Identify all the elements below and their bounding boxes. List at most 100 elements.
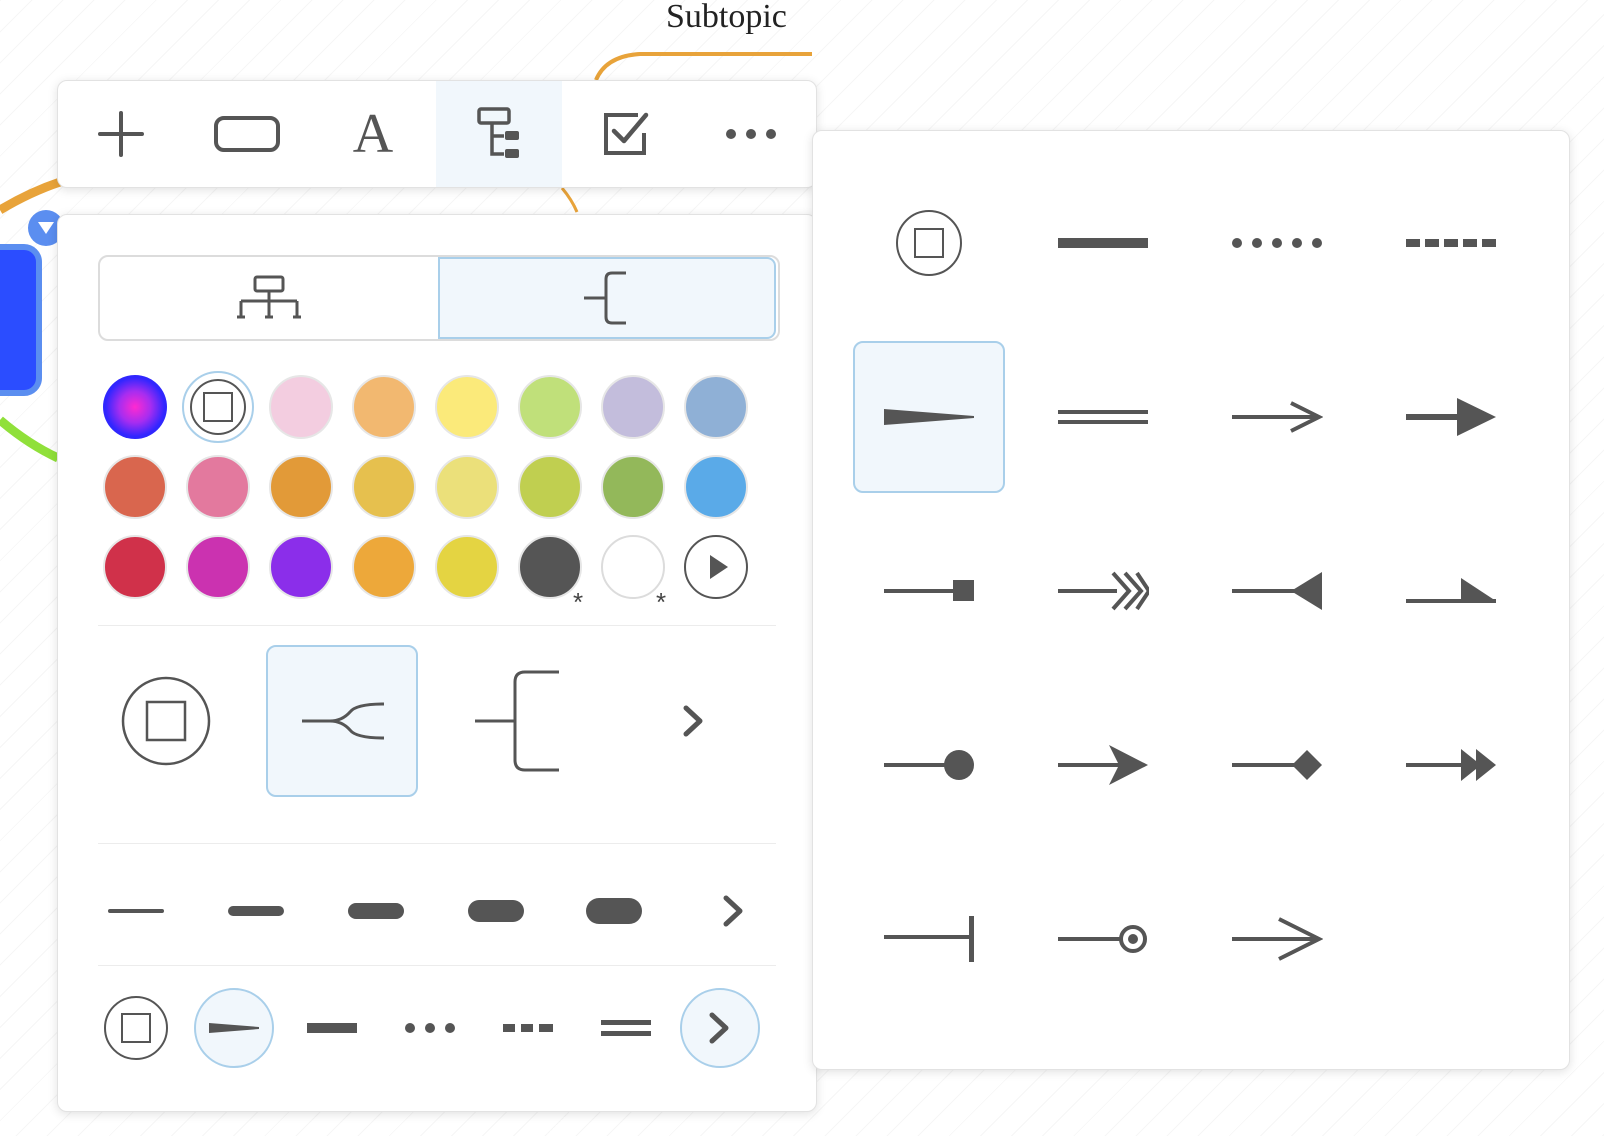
end-option-feather[interactable] [1027, 515, 1179, 667]
line-style-dotted[interactable] [390, 988, 470, 1068]
color-swatch-olive[interactable] [601, 455, 665, 519]
color-swatch-orange-light[interactable] [352, 375, 416, 439]
curved-branch-icon [302, 702, 384, 740]
dashed-line-icon [503, 1024, 553, 1032]
color-swatch-orange[interactable] [352, 535, 416, 599]
chevron-right-icon [723, 895, 743, 927]
section-divider [98, 625, 776, 626]
line-style-more-button[interactable] [680, 988, 760, 1068]
light-line-icon [228, 906, 284, 916]
color-swatch-green-light[interactable] [518, 375, 582, 439]
end-option-square-end[interactable] [853, 515, 1005, 667]
text-icon: A [352, 103, 394, 165]
selected-topic-node[interactable] [0, 244, 42, 396]
taper-line-icon [209, 1023, 259, 1033]
color-swatch-coral[interactable] [103, 455, 167, 519]
swatch-star-marker: * [573, 587, 584, 617]
play-icon [710, 555, 728, 579]
square-end-icon [884, 580, 974, 601]
line-shape-bracket[interactable] [442, 645, 594, 797]
end-option-bar-end[interactable] [853, 863, 1005, 1015]
end-option-taper[interactable] [853, 341, 1005, 493]
end-option-dashed[interactable] [1375, 167, 1527, 319]
line-shape-curve[interactable] [266, 645, 418, 797]
double-line-icon [1058, 410, 1148, 424]
more-icon [726, 129, 776, 139]
none-square-icon [896, 210, 962, 276]
checkbox-icon [604, 112, 649, 155]
thickness-heavy[interactable] [574, 881, 654, 941]
end-option-none[interactable] [853, 167, 1005, 319]
thickness-light[interactable] [216, 881, 296, 941]
color-swatch-none[interactable] [182, 371, 254, 443]
color-swatch-yellow[interactable] [435, 535, 499, 599]
end-option-wide-open-arrow[interactable] [1201, 863, 1353, 1015]
end-option-double-arrow[interactable] [1375, 689, 1527, 841]
thin-line-icon [108, 909, 164, 913]
line-style-solid[interactable] [292, 988, 372, 1068]
dot-end-icon [884, 750, 974, 780]
color-swatch-rainbow[interactable] [103, 375, 167, 439]
line-style-double[interactable] [586, 988, 666, 1068]
line-shape-more-button[interactable] [618, 645, 770, 797]
dashed-line-icon [1406, 239, 1496, 247]
section-divider [98, 965, 776, 966]
color-swatch-rose[interactable] [186, 455, 250, 519]
color-swatch-lime[interactable] [518, 455, 582, 519]
color-swatch-pink-light[interactable] [269, 375, 333, 439]
main-branch-green [0, 416, 60, 463]
end-option-arrow[interactable] [1027, 689, 1179, 841]
end-option-dotted[interactable] [1201, 167, 1353, 319]
structure-button[interactable] [436, 81, 562, 187]
feather-arrow-icon [1058, 571, 1149, 611]
end-option-solid[interactable] [1027, 167, 1179, 319]
solid-line-icon [307, 1023, 357, 1033]
end-option-diamond-end[interactable] [1201, 689, 1353, 841]
color-swatch-khaki[interactable] [435, 455, 499, 519]
line-style-options-panel [812, 130, 1570, 1070]
color-swatch-amber[interactable] [269, 455, 333, 519]
end-option-open-arrow[interactable] [1201, 341, 1353, 493]
more-button[interactable] [688, 81, 814, 187]
thickness-medium[interactable] [336, 881, 416, 941]
ring-end-icon [1058, 925, 1147, 953]
color-swatch-magenta[interactable] [186, 535, 250, 599]
dotted-line-icon [1232, 238, 1322, 248]
color-swatch-sky[interactable] [684, 455, 748, 519]
more-colors-button[interactable] [684, 535, 748, 599]
line-shape-none[interactable] [90, 645, 242, 797]
thickness-thick[interactable] [456, 881, 536, 941]
color-swatch-yellow-light[interactable] [435, 375, 499, 439]
add-button[interactable] [58, 81, 184, 187]
color-swatch-crimson[interactable] [103, 535, 167, 599]
org-chart-structure-button[interactable] [100, 257, 438, 339]
end-option-half-arrow[interactable] [1375, 515, 1527, 667]
bracket-structure-button[interactable] [438, 257, 776, 339]
heavy-line-icon [586, 898, 642, 924]
end-option-double[interactable] [1027, 341, 1179, 493]
color-swatch-blue-grey[interactable] [684, 375, 748, 439]
color-swatch-violet[interactable] [269, 535, 333, 599]
thickness-more-button[interactable] [694, 881, 774, 941]
end-option-filled-arrow[interactable] [1375, 341, 1527, 493]
branch-style-panel: * * [57, 214, 817, 1112]
line-style-none[interactable] [96, 988, 176, 1068]
line-style-dashed[interactable] [488, 988, 568, 1068]
end-option-ring-end[interactable] [1027, 863, 1179, 1015]
color-swatch-lavender[interactable] [601, 375, 665, 439]
text-button[interactable]: A [310, 81, 436, 187]
none-square-icon [104, 996, 168, 1060]
half-arrow-icon [1406, 578, 1496, 603]
wide-open-arrow-icon [1232, 917, 1323, 961]
tree-structure-icon [477, 107, 519, 158]
shape-button[interactable] [184, 81, 310, 187]
thickness-thin[interactable] [96, 881, 176, 941]
chevron-right-icon [709, 1012, 729, 1044]
color-swatch-gold[interactable] [352, 455, 416, 519]
reverse-triangle-icon [1232, 572, 1322, 610]
end-option-reverse-triangle[interactable] [1201, 515, 1353, 667]
double-arrow-icon [1406, 749, 1496, 781]
task-button[interactable] [562, 81, 688, 187]
line-style-taper[interactable] [194, 988, 274, 1068]
end-option-dot-end[interactable] [853, 689, 1005, 841]
